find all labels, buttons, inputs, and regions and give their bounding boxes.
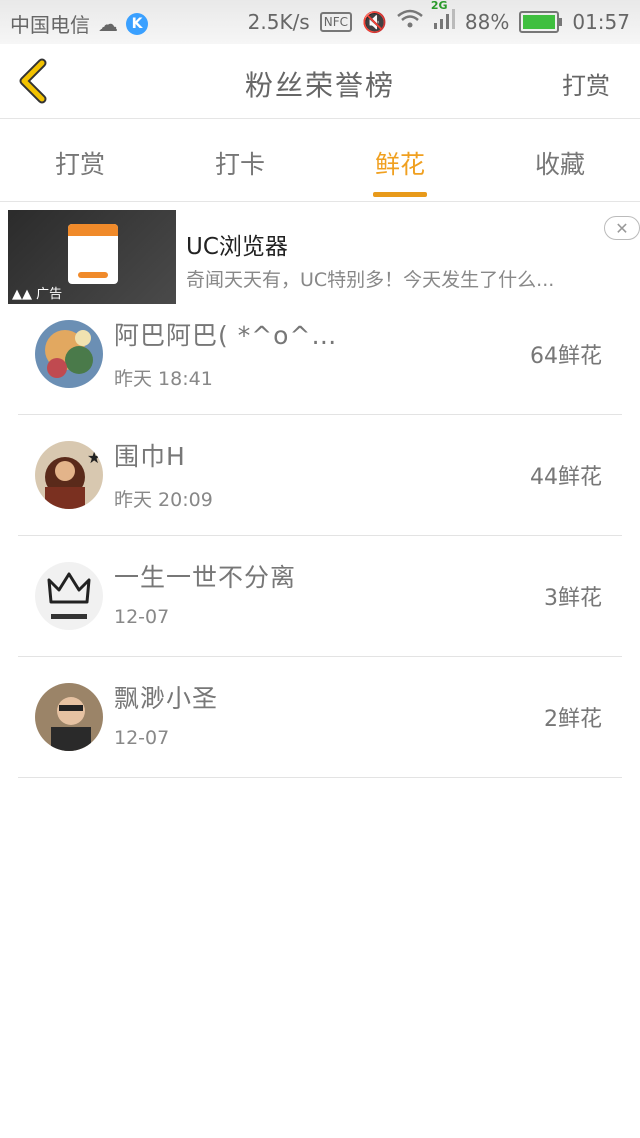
ad-title: UC浏览器 bbox=[186, 234, 288, 260]
list-item[interactable]: 阿巴阿巴( *^o^… 昨天 18:41 64鲜花 bbox=[18, 294, 622, 415]
tab-label: 收藏 bbox=[534, 150, 585, 179]
tab-reward[interactable]: 打赏 bbox=[0, 119, 160, 201]
status-bar: 中国电信 ☁ K 2.5K/s NFC 🔇 2G 88% 01:57 bbox=[0, 0, 640, 44]
battery-percent: 88% bbox=[464, 9, 510, 34]
fan-list: 阿巴阿巴( *^o^… 昨天 18:41 64鲜花 ★ 围巾H 昨天 20:09… bbox=[18, 294, 622, 778]
network-speed: 2.5K/s bbox=[247, 9, 310, 34]
fan-name: 围巾H bbox=[114, 442, 186, 471]
fan-time: 12-07 bbox=[114, 727, 170, 749]
nfc-icon: NFC bbox=[319, 11, 352, 32]
fan-name: 阿巴阿巴( *^o^… bbox=[114, 321, 338, 350]
app-notification-icon: K bbox=[126, 12, 148, 35]
ad-description: 奇闻天天有，UC特别多！今天发生了什么... bbox=[186, 269, 555, 291]
tab-label: 打赏 bbox=[54, 150, 105, 179]
mute-icon: 🔇 bbox=[362, 9, 387, 34]
list-item[interactable]: 飘渺小圣 12-07 2鲜花 bbox=[18, 657, 622, 778]
avatar bbox=[35, 562, 103, 630]
fan-name: 飘渺小圣 bbox=[114, 684, 219, 713]
clock: 01:57 bbox=[572, 9, 630, 34]
cloud-icon: ☁ bbox=[98, 11, 118, 36]
list-item[interactable]: 一生一世不分离 12-07 3鲜花 bbox=[18, 536, 622, 657]
fan-time: 12-07 bbox=[114, 606, 170, 628]
tab-favorites[interactable]: 收藏 bbox=[480, 119, 640, 201]
tab-checkin[interactable]: 打卡 bbox=[160, 119, 320, 201]
header-bar: 粉丝荣誉榜 打赏 bbox=[0, 44, 640, 119]
tab-label: 鲜花 bbox=[374, 150, 425, 179]
page-title: 粉丝荣誉榜 bbox=[244, 69, 395, 102]
flower-count: 64鲜花 bbox=[530, 344, 602, 369]
avatar: ★ bbox=[35, 441, 103, 509]
network-type: 2G bbox=[430, 0, 448, 12]
tab-bar: 打赏 打卡 鲜花 收藏 bbox=[0, 119, 640, 202]
tab-flowers[interactable]: 鲜花 bbox=[320, 119, 480, 201]
reward-button[interactable]: 打赏 bbox=[562, 66, 610, 101]
ad-banner[interactable]: ▲▲ 广告 UC浏览器 奇闻天天有，UC特别多！今天发生了什么... ✕ bbox=[0, 207, 640, 307]
fan-name: 一生一世不分离 bbox=[114, 563, 297, 592]
carrier-label: 中国电信 bbox=[10, 13, 90, 37]
active-tab-indicator bbox=[373, 192, 427, 197]
fan-time: 昨天 18:41 bbox=[114, 368, 213, 390]
close-icon[interactable]: ✕ bbox=[604, 216, 640, 240]
tab-label: 打卡 bbox=[214, 150, 265, 179]
flower-count: 44鲜花 bbox=[530, 465, 602, 490]
flower-count: 2鲜花 bbox=[544, 707, 602, 732]
signal-icon: 2G bbox=[431, 0, 455, 34]
avatar bbox=[35, 683, 103, 751]
wifi-icon bbox=[397, 9, 423, 34]
flower-count: 3鲜花 bbox=[544, 586, 602, 611]
ad-thumbnail: ▲▲ 广告 bbox=[8, 210, 176, 304]
avatar bbox=[35, 320, 103, 388]
list-item[interactable]: ★ 围巾H 昨天 20:09 44鲜花 bbox=[18, 415, 622, 536]
battery-icon bbox=[519, 10, 563, 33]
fan-time: 昨天 20:09 bbox=[114, 489, 213, 511]
svg-text:★: ★ bbox=[87, 448, 101, 467]
